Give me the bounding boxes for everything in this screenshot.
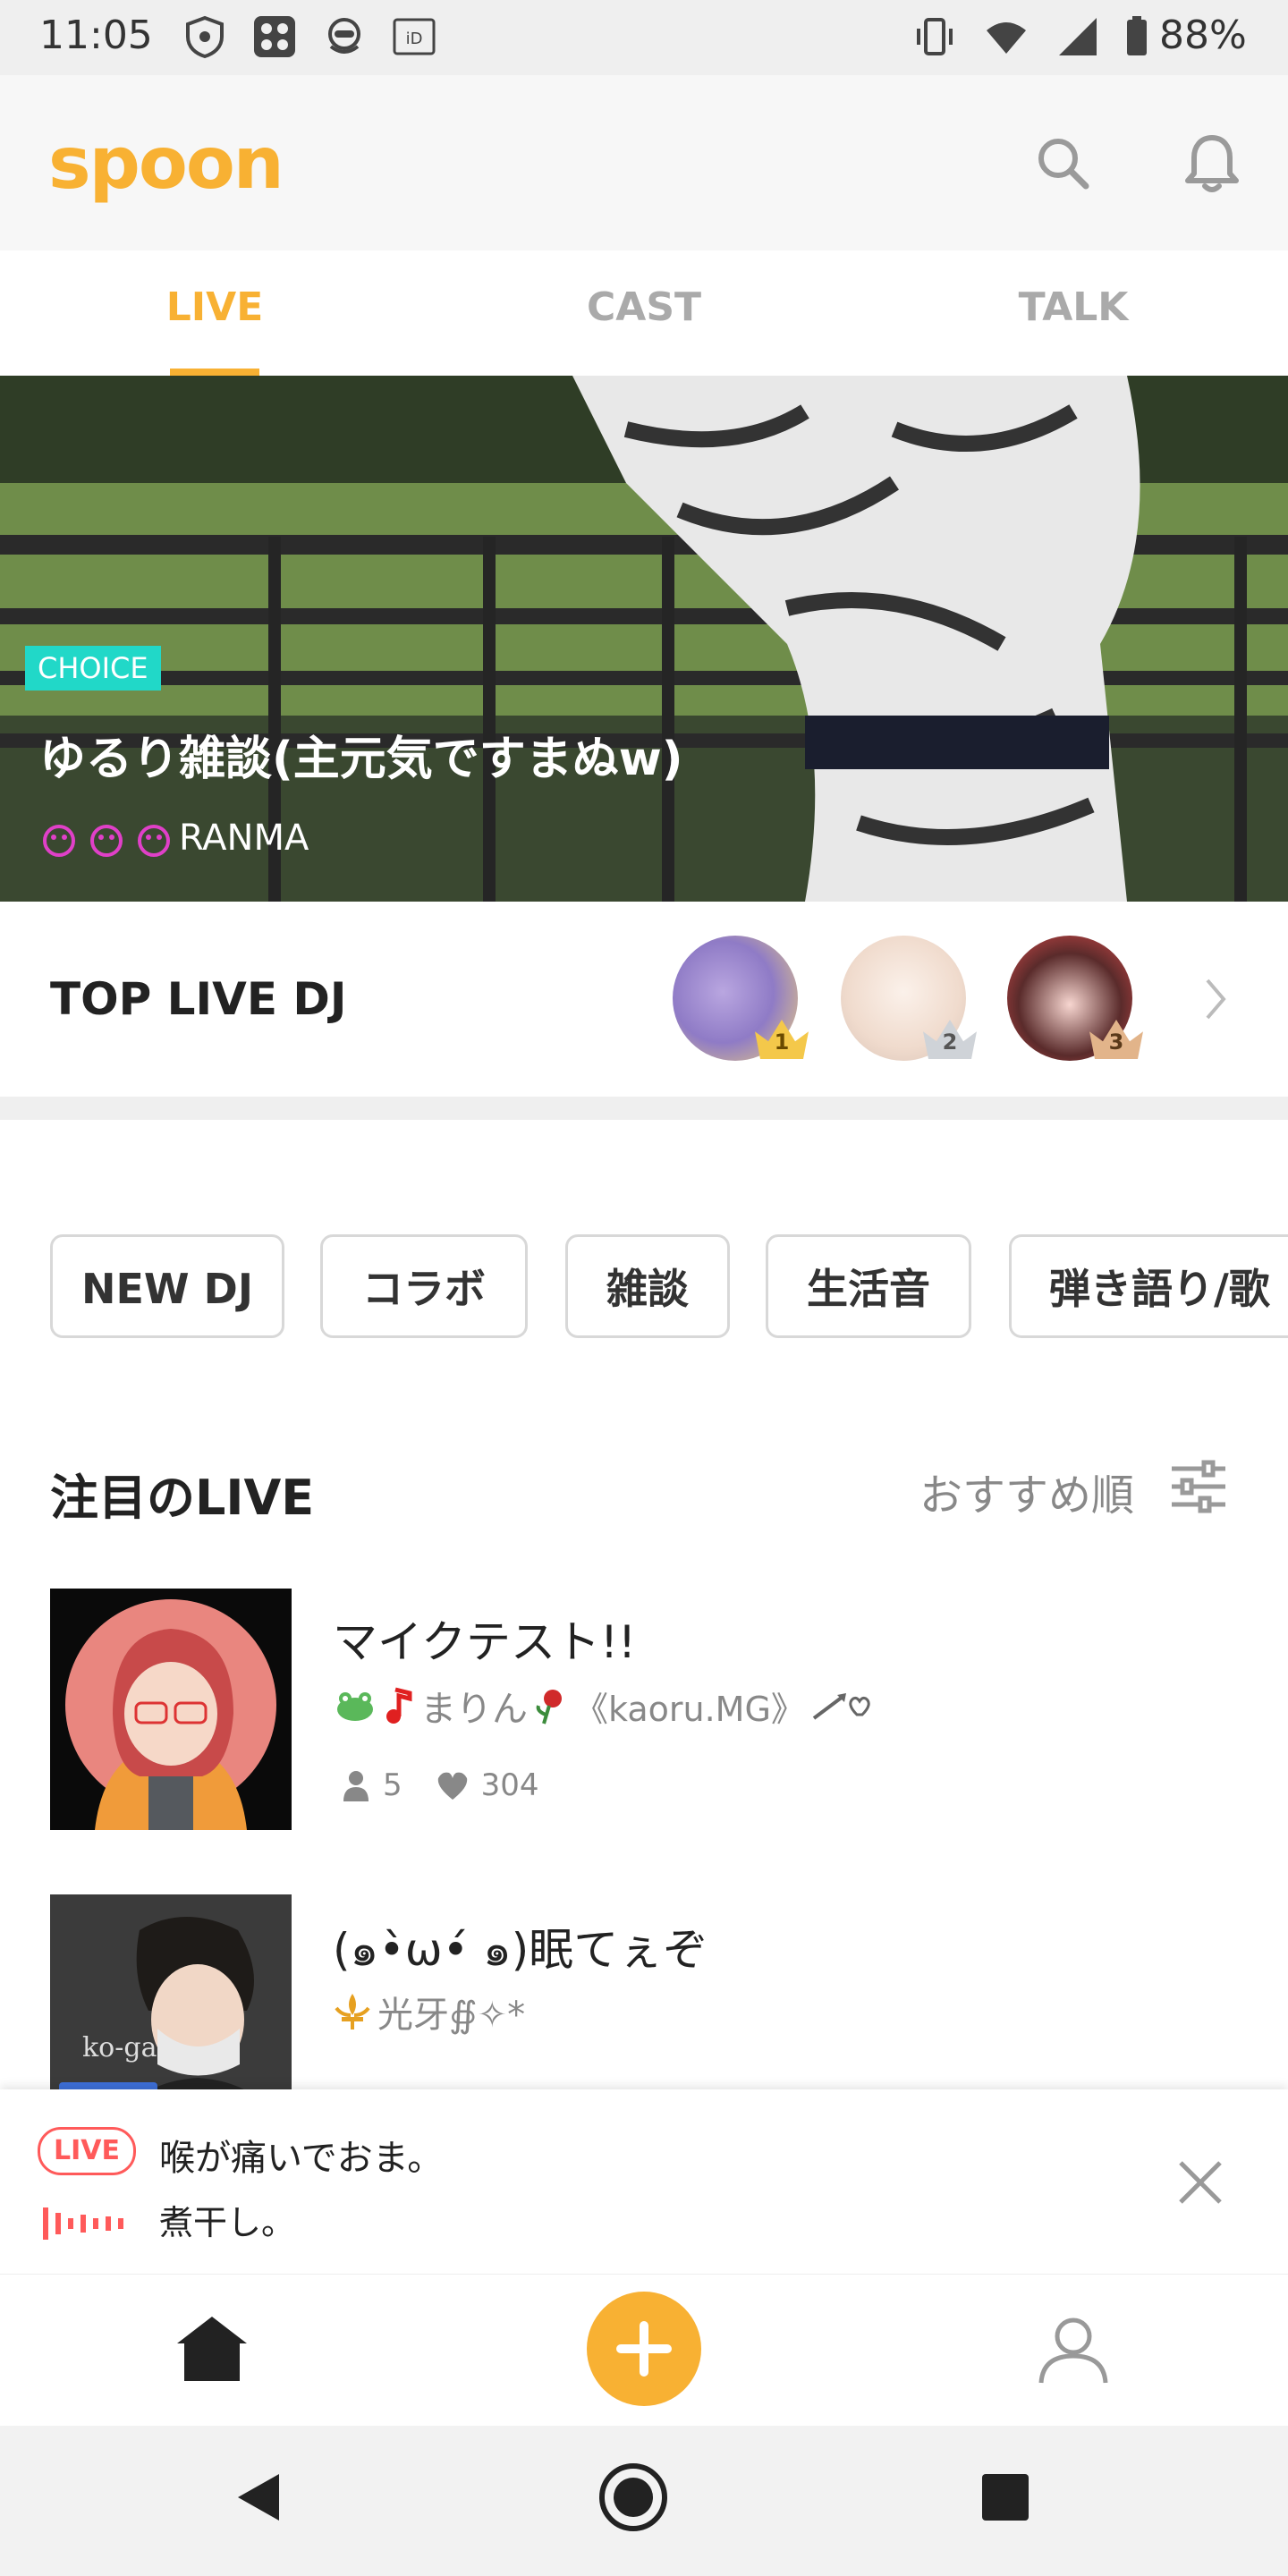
status-time: 11:05 <box>39 13 153 58</box>
signal-icon <box>1059 18 1097 55</box>
home-circle-icon[interactable] <box>597 2462 669 2533</box>
battery-percent: 88% <box>1159 13 1247 58</box>
choice-badge: CHOICE <box>25 646 161 691</box>
filter-sliders-icon[interactable] <box>1170 1460 1227 1513</box>
shield-icon <box>186 15 224 59</box>
fleur-de-lis-icon <box>335 1994 370 2029</box>
heart-icon <box>437 1772 467 1800</box>
music-note-icon <box>386 1687 412 1724</box>
live-item-dj-name: 光牙∯✧* <box>377 1995 526 2036</box>
mini-player-title: 喉が痛いでおま。 <box>159 2138 444 2179</box>
live-item-title[interactable]: (๑•̀ω•́ ๑)眠てぇぞ <box>333 1914 708 1986</box>
mini-player[interactable] <box>0 2089 1288 2274</box>
listener-count: 5 <box>383 1767 402 1803</box>
close-icon[interactable] <box>1177 2159 1224 2206</box>
tab-cast[interactable]: CAST <box>429 284 859 330</box>
category-chip-collab[interactable]: コラボ <box>320 1234 528 1338</box>
wifi-icon <box>987 22 1026 54</box>
battery-icon <box>1127 16 1147 55</box>
sort-label[interactable]: おすすめ順 <box>919 1460 1134 1522</box>
profile-icon[interactable] <box>1036 2311 1111 2386</box>
banner-dj-name: RANMA <box>179 818 309 859</box>
live-badge: LIVE <box>38 2127 136 2175</box>
mini-player-dj: 煮干し。 <box>159 2203 296 2242</box>
like-count: 304 <box>480 1767 539 1803</box>
active-tab-indicator <box>170 369 259 376</box>
apps-grid-icon <box>254 16 295 57</box>
live-item-dj-suffix: 《kaoru.MG》 <box>574 1689 805 1729</box>
tab-live[interactable]: LIVE <box>0 284 429 330</box>
spoon-logo: spoon <box>48 122 284 205</box>
dj-skull-emblems-icon <box>43 825 170 857</box>
live-item-stats: 5 304 <box>340 1767 539 1803</box>
banner-title: ゆるり雑談(主元気ですまぬw) <box>39 733 683 786</box>
thumbnail-caption: ko-ga <box>82 2032 157 2063</box>
category-chip-new-dj[interactable]: NEW DJ <box>50 1234 284 1338</box>
live-thumbnail-image <box>50 1589 292 1830</box>
live-item-thumbnail[interactable] <box>50 1589 292 1830</box>
category-chip-life-sounds[interactable]: 生活音 <box>766 1234 971 1338</box>
live-item-dj-name: まりん <box>420 1689 528 1730</box>
audio-wave-icon <box>43 2207 123 2240</box>
id-card-icon: iD <box>393 18 436 55</box>
live-item-dj: まりん 《kaoru.MG》 <box>333 1683 873 1730</box>
rose-icon <box>536 1690 562 1724</box>
category-chip-chat[interactable]: 雑談 <box>565 1234 730 1338</box>
notification-bell-icon[interactable] <box>1181 131 1243 197</box>
home-icon[interactable] <box>174 2313 250 2385</box>
arrow-heart-emblem-icon <box>812 1693 870 1720</box>
listener-person-icon <box>343 1771 369 1801</box>
back-icon[interactable] <box>234 2470 283 2524</box>
svg-text:iD: iD <box>406 30 423 48</box>
headset-face-icon <box>328 18 360 54</box>
recents-icon[interactable] <box>980 2472 1030 2522</box>
plus-icon <box>616 2321 672 2377</box>
vibrate-icon <box>917 18 953 55</box>
create-live-button[interactable] <box>587 2292 701 2406</box>
tab-talk[interactable]: TALK <box>859 284 1288 330</box>
live-item-thumbnail[interactable]: ko-ga <box>50 1894 292 2089</box>
search-icon[interactable] <box>1032 132 1095 195</box>
chevron-right-icon[interactable] <box>1202 977 1229 1021</box>
section-divider <box>0 1097 1288 1120</box>
frog-emoji-icon <box>337 1692 373 1721</box>
section-title: 注目のLIVE <box>50 1470 315 1526</box>
live-item-title[interactable]: マイクテスト!! <box>333 1606 636 1671</box>
category-chip-singing[interactable]: 弾き語り/歌 <box>1009 1234 1288 1338</box>
top-live-dj-title: TOP LIVE DJ <box>50 973 347 1025</box>
live-item-dj: 光牙∯✧* <box>333 1989 525 2036</box>
